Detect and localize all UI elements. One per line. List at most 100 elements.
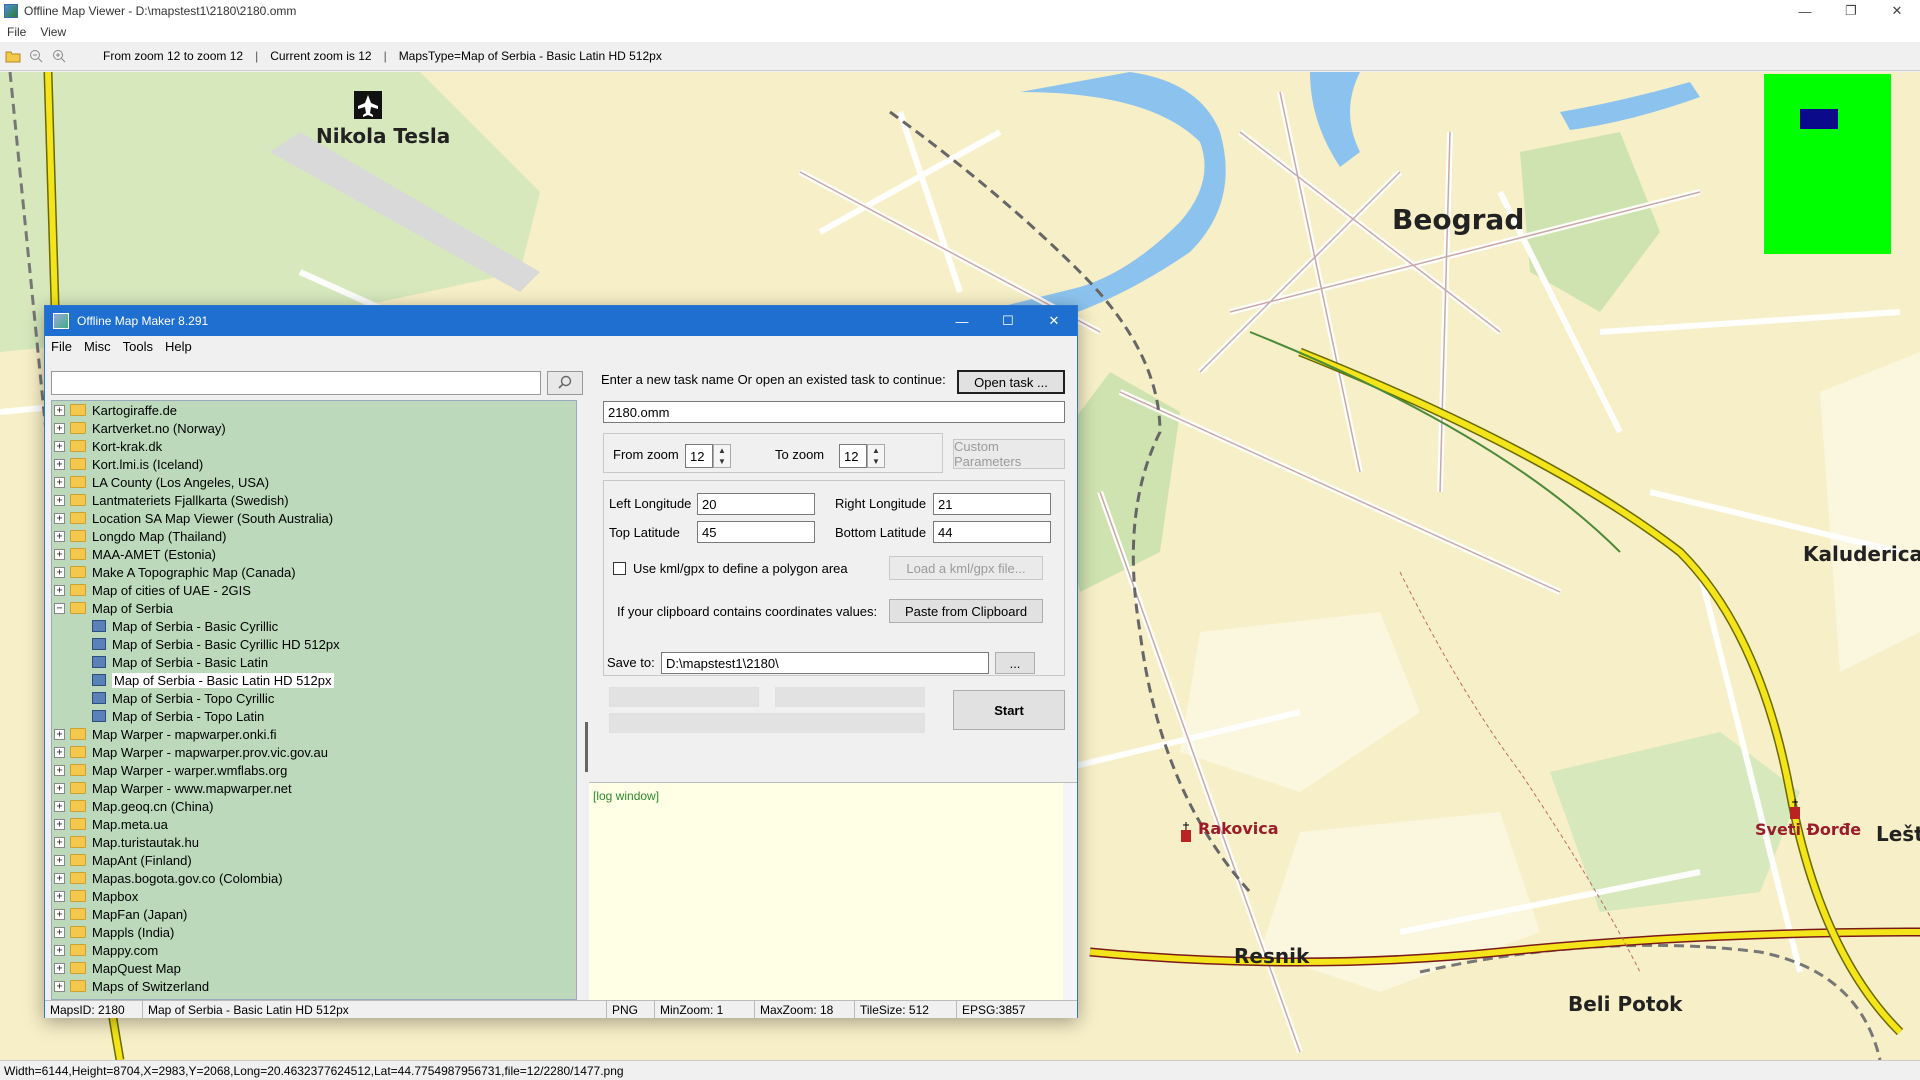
tree-folder-item[interactable]: + Make A Topographic Map (Canada): [52, 563, 576, 581]
search-button[interactable]: [547, 371, 583, 395]
tree-folder-item[interactable]: + Mappy.com: [52, 941, 576, 959]
tree-folder-item[interactable]: + Map Warper - www.mapwarper.net: [52, 779, 576, 797]
right-longitude-input[interactable]: [933, 493, 1051, 515]
tree-folder-item[interactable]: − Map of Serbia: [52, 599, 576, 617]
chevron-up-icon[interactable]: ▲: [718, 446, 726, 455]
tree-folder-item[interactable]: + Kort.lmi.is (Iceland): [52, 455, 576, 473]
menu-file[interactable]: File: [0, 25, 33, 39]
paste-clipboard-button[interactable]: Paste from Clipboard: [889, 599, 1043, 623]
bottom-latitude-input[interactable]: [933, 521, 1051, 543]
tree-folder-item[interactable]: + Mapas.bogota.gov.co (Colombia): [52, 869, 576, 887]
expand-icon[interactable]: +: [54, 494, 65, 506]
left-longitude-input[interactable]: [697, 493, 815, 515]
tree-folder-item[interactable]: + Map Warper - mapwarper.onki.fi: [52, 725, 576, 743]
load-kml-button[interactable]: Load a kml/gpx file...: [889, 556, 1043, 580]
expand-icon[interactable]: +: [54, 818, 65, 830]
chevron-down-icon[interactable]: ▼: [872, 457, 880, 466]
log-scrollbar[interactable]: [1063, 783, 1077, 1003]
tree-folder-item[interactable]: + Map of cities of UAE - 2GIS: [52, 581, 576, 599]
close-button[interactable]: ✕: [1874, 0, 1920, 22]
tree-folder-item[interactable]: + MapAnt (Finland): [52, 851, 576, 869]
from-zoom-input[interactable]: [685, 444, 713, 468]
tree-map-item[interactable]: Map of Serbia - Topo Latin: [52, 707, 576, 725]
kml-checkbox[interactable]: [613, 562, 626, 575]
map-source-tree[interactable]: + Kartogiraffe.de + Kartverket.no (Norway) +…: [51, 400, 577, 1000]
expand-icon[interactable]: +: [54, 458, 65, 470]
expand-icon[interactable]: +: [54, 944, 65, 956]
expand-icon[interactable]: +: [54, 728, 65, 740]
tree-folder-item[interactable]: + Kort-krak.dk: [52, 437, 576, 455]
dialog-menu-tools[interactable]: Tools: [117, 339, 159, 354]
tree-map-item[interactable]: Map of Serbia - Basic Cyrillic HD 512px: [52, 635, 576, 653]
search-input[interactable]: [51, 371, 541, 395]
dialog-menu-misc[interactable]: Misc: [78, 339, 117, 354]
expand-icon[interactable]: +: [54, 908, 65, 920]
collapse-icon[interactable]: −: [54, 602, 65, 614]
tree-folder-item[interactable]: + Maps of Switzerland: [52, 977, 576, 995]
open-task-button[interactable]: Open task ...: [957, 370, 1065, 394]
browse-button[interactable]: ...: [995, 652, 1035, 674]
start-button[interactable]: Start: [953, 690, 1065, 730]
expand-icon[interactable]: +: [54, 926, 65, 938]
to-zoom-spinner[interactable]: ▲ ▼: [867, 444, 885, 468]
dialog-minimize-button[interactable]: —: [939, 306, 985, 336]
tree-folder-item[interactable]: + Mappls (India): [52, 923, 576, 941]
tree-folder-item[interactable]: + LA County (Los Angeles, USA): [52, 473, 576, 491]
tree-folder-item[interactable]: + Longdo Map (Thailand): [52, 527, 576, 545]
save-path-input[interactable]: [661, 652, 989, 674]
expand-icon[interactable]: +: [54, 404, 65, 416]
tree-folder-item[interactable]: + MapQuest Map: [52, 959, 576, 977]
tree-folder-item[interactable]: + Map Warper - mapwarper.prov.vic.gov.au: [52, 743, 576, 761]
chevron-down-icon[interactable]: ▼: [718, 457, 726, 466]
overview-viewport[interactable]: [1800, 109, 1838, 129]
dialog-maximize-button[interactable]: ☐: [985, 306, 1031, 336]
tree-folder-item[interactable]: + MAA-AMET (Estonia): [52, 545, 576, 563]
log-window[interactable]: [log window]: [589, 782, 1077, 1003]
tree-map-item[interactable]: Map of Serbia - Topo Cyrillic: [52, 689, 576, 707]
expand-icon[interactable]: +: [54, 854, 65, 866]
custom-parameters-button[interactable]: Custom Parameters: [953, 439, 1065, 469]
expand-icon[interactable]: +: [54, 548, 65, 560]
expand-icon[interactable]: +: [54, 476, 65, 488]
task-name-input[interactable]: [603, 401, 1065, 423]
maximize-button[interactable]: ❐: [1828, 0, 1874, 22]
expand-icon[interactable]: +: [54, 512, 65, 524]
zoom-in-icon[interactable]: [49, 46, 69, 66]
tree-map-item[interactable]: Map of Serbia - Basic Cyrillic: [52, 617, 576, 635]
tree-folder-item[interactable]: + Location SA Map Viewer (South Australia…: [52, 509, 576, 527]
expand-icon[interactable]: +: [54, 782, 65, 794]
dialog-close-button[interactable]: ✕: [1031, 306, 1077, 336]
open-folder-icon[interactable]: [3, 46, 23, 66]
zoom-out-icon[interactable]: [26, 46, 46, 66]
tree-folder-item[interactable]: + MapFan (Japan): [52, 905, 576, 923]
expand-icon[interactable]: +: [54, 764, 65, 776]
top-latitude-input[interactable]: [697, 521, 815, 543]
pane-splitter[interactable]: [585, 722, 588, 772]
expand-icon[interactable]: +: [54, 872, 65, 884]
menu-view[interactable]: View: [33, 25, 73, 39]
minimize-button[interactable]: —: [1782, 0, 1828, 22]
expand-icon[interactable]: +: [54, 530, 65, 542]
expand-icon[interactable]: +: [54, 962, 65, 974]
expand-icon[interactable]: +: [54, 584, 65, 596]
tree-folder-item[interactable]: + Lantmateriets Fjallkarta (Swedish): [52, 491, 576, 509]
tree-folder-item[interactable]: + Map.geoq.cn (China): [52, 797, 576, 815]
tree-map-item[interactable]: Map of Serbia - Basic Latin HD 512px: [52, 671, 576, 689]
expand-icon[interactable]: +: [54, 836, 65, 848]
tree-map-item[interactable]: Map of Serbia - Basic Latin: [52, 653, 576, 671]
tree-folder-item[interactable]: + Kartverket.no (Norway): [52, 419, 576, 437]
expand-icon[interactable]: +: [54, 800, 65, 812]
tree-folder-item[interactable]: + Kartogiraffe.de: [52, 401, 576, 419]
dialog-menu-file[interactable]: File: [45, 339, 78, 354]
chevron-up-icon[interactable]: ▲: [872, 446, 880, 455]
tree-folder-item[interactable]: + Map.meta.ua: [52, 815, 576, 833]
expand-icon[interactable]: +: [54, 422, 65, 434]
to-zoom-input[interactable]: [839, 444, 867, 468]
tree-folder-item[interactable]: + Mapbox: [52, 887, 576, 905]
tree-folder-item[interactable]: + Map Warper - warper.wmflabs.org: [52, 761, 576, 779]
tree-folder-item[interactable]: + Map.turistautak.hu: [52, 833, 576, 851]
overview-minimap[interactable]: [1764, 74, 1891, 254]
expand-icon[interactable]: +: [54, 980, 65, 992]
expand-icon[interactable]: +: [54, 746, 65, 758]
expand-icon[interactable]: +: [54, 566, 65, 578]
